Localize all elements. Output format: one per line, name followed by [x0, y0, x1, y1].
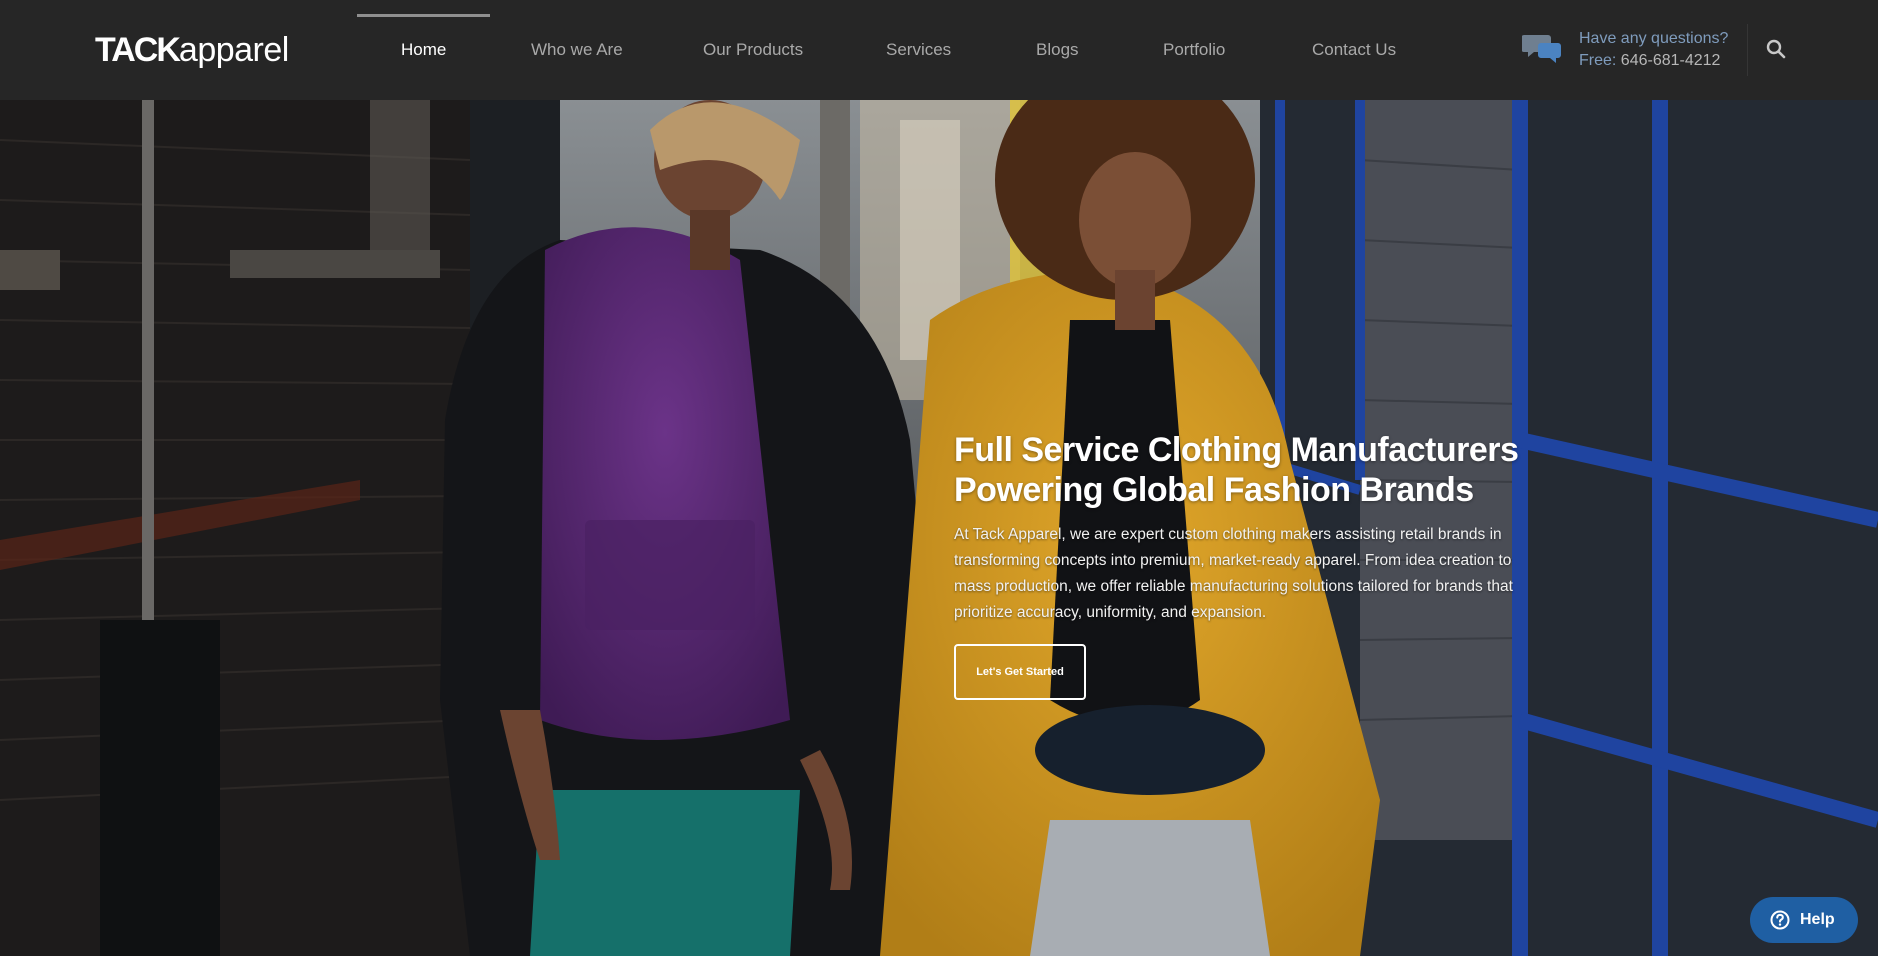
nav-item-blogs[interactable]: Blogs — [1036, 0, 1079, 100]
hero-image — [0, 100, 1878, 956]
logo-text-light: apparel — [178, 31, 289, 69]
hero-text-block: Full Service Clothing Manufacturers Powe… — [954, 430, 1534, 626]
search-icon[interactable] — [1765, 38, 1787, 60]
contact-phone-label: Free: — [1579, 52, 1617, 69]
nav-item-portfolio[interactable]: Portfolio — [1163, 0, 1225, 100]
logo-text-bold: TACK — [95, 31, 181, 69]
nav-item-who-we-are[interactable]: Who we Are — [531, 0, 623, 100]
nav-item-our-products[interactable]: Our Products — [703, 0, 803, 100]
contact-phone[interactable]: Free: 646-681-4212 — [1579, 52, 1720, 70]
hero-title-line-1: Full Service Clothing Manufacturers — [954, 431, 1519, 469]
hero-title: Full Service Clothing Manufacturers Powe… — [954, 430, 1534, 510]
header-contact: Have any questions? Free: 646-681-4212 — [1522, 28, 1742, 74]
site-logo[interactable]: TACKapparel — [95, 28, 289, 72]
header-divider — [1747, 24, 1748, 76]
nav-item-home[interactable]: Home — [356, 0, 492, 100]
help-label: Help — [1800, 911, 1835, 928]
get-started-button[interactable]: Let's Get Started — [954, 644, 1086, 700]
hero-section: Full Service Clothing Manufacturers Powe… — [0, 100, 1878, 956]
question-circle-icon — [1770, 910, 1790, 930]
hero-description: At Tack Apparel, we are expert custom cl… — [954, 526, 1513, 621]
help-button[interactable]: Help — [1750, 897, 1858, 943]
chat-bubbles-icon — [1522, 35, 1561, 63]
hero-title-line-2: Powering Global Fashion Brands — [954, 471, 1474, 509]
contact-phone-number[interactable]: 646-681-4212 — [1621, 52, 1721, 69]
nav-item-services[interactable]: Services — [886, 0, 951, 100]
nav-item-contact-us[interactable]: Contact Us — [1312, 0, 1396, 100]
contact-question: Have any questions? — [1579, 30, 1729, 47]
site-header: TACKapparel Home Who we Are Our Products… — [0, 0, 1878, 100]
